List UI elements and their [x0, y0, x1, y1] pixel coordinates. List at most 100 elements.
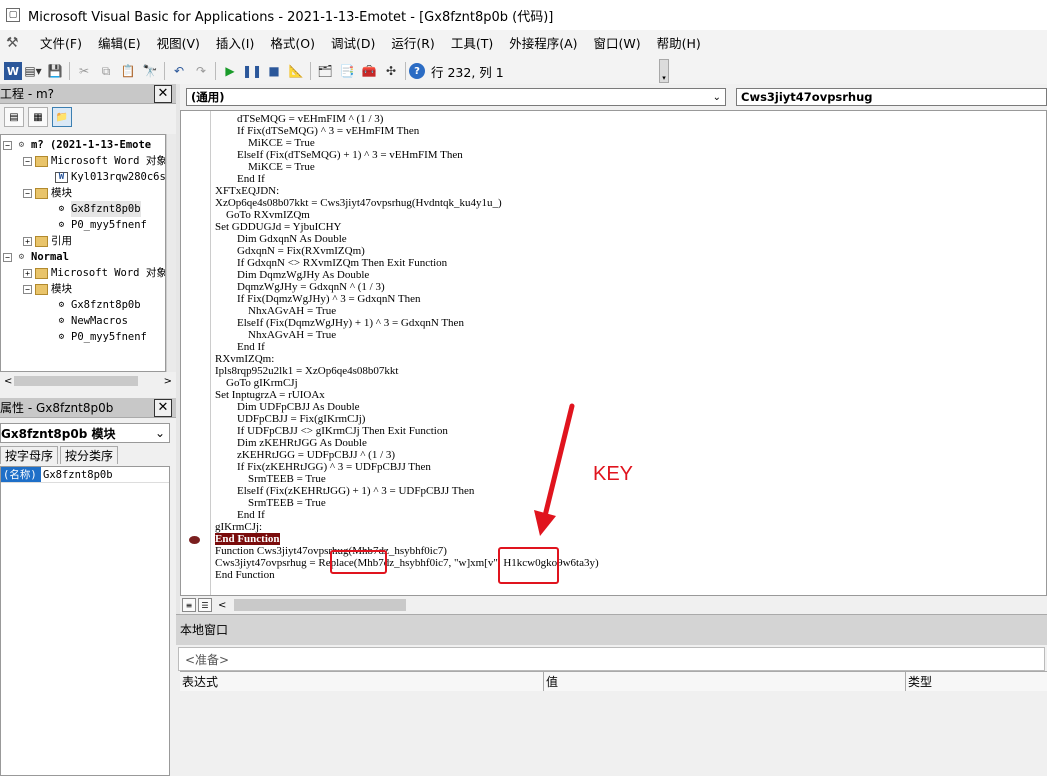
code-line[interactable]: Set GDDUGJd = YjbuICHY	[215, 221, 599, 233]
copy-icon[interactable]: ⧉	[95, 60, 117, 82]
vba-menu-icon[interactable]: ⚒	[6, 35, 26, 53]
tree-node-module-gx8[interactable]: ⚙ Gx8fznt8p0b	[55, 201, 141, 217]
tree-node-modules[interactable]: − 模块	[23, 185, 72, 201]
code-line[interactable]: DqmzWgJHy = GdxqnN ^ (1 / 3)	[215, 281, 599, 293]
expand-icon[interactable]: +	[23, 236, 32, 246]
menu-window[interactable]: 窗口(W)	[586, 33, 649, 55]
properties-window-icon[interactable]: 📑	[336, 60, 358, 82]
tree-node-normal-word-objects[interactable]: + Microsoft Word 对象	[23, 265, 165, 281]
expand-icon[interactable]: +	[23, 268, 32, 278]
help-icon[interactable]: ?	[409, 63, 425, 79]
view-code-icon[interactable]: ▤	[4, 107, 24, 127]
code-line[interactable]: Dim GdxqnN As Double	[215, 233, 599, 245]
paste-icon[interactable]: 📋	[117, 60, 139, 82]
menu-file[interactable]: 文件(F)	[32, 33, 90, 55]
code-line[interactable]: GoTo RXvmIZQm	[215, 209, 599, 221]
code-line[interactable]: MiKCE = True	[215, 137, 599, 149]
code-line[interactable]: If Fix(DqmzWgJHy) ^ 3 = GdxqnN Then	[215, 293, 599, 305]
code-line[interactable]: dTSeMQG = vEHmFIM ^ (1 / 3)	[215, 113, 599, 125]
scroll-thumb[interactable]	[14, 376, 138, 386]
menu-format[interactable]: 格式(O)	[262, 33, 323, 55]
scroll-right-icon[interactable]: >	[164, 376, 172, 387]
word-view-icon[interactable]: W	[4, 62, 22, 80]
menu-help[interactable]: 帮助(H)	[649, 33, 709, 55]
code-line[interactable]: ElseIf (Fix(DqmzWgJHy) + 1) ^ 3 = GdxqnN…	[215, 317, 599, 329]
code-line[interactable]: End If	[215, 173, 599, 185]
code-line[interactable]: Ipls8rqp952u2lk1 = XzOp6qe4s08b07kkt	[215, 365, 599, 377]
toolbar-options-icon[interactable]: ▾	[659, 59, 669, 83]
tree-node-normal-p0[interactable]: ⚙ P0_myy5fnenf	[55, 329, 147, 345]
run-icon[interactable]: ▶	[219, 60, 241, 82]
close-icon[interactable]: ✕	[154, 84, 172, 103]
project-explorer-icon[interactable]: 🗂	[314, 60, 336, 82]
code-hscrollbar[interactable]: ≡ ☰ <	[180, 596, 1047, 614]
menu-run[interactable]: 运行(R)	[383, 33, 442, 55]
code-line[interactable]: GdxqnN = Fix(RXvmIZQm)	[215, 245, 599, 257]
procedure-combo[interactable]: Cws3jiyt47ovpsrhug	[736, 88, 1047, 106]
scroll-left-icon[interactable]: <	[218, 600, 226, 611]
breakpoint-icon[interactable]	[189, 536, 200, 544]
scroll-thumb[interactable]	[234, 599, 406, 611]
collapse-icon[interactable]: −	[23, 156, 32, 166]
procedure-view-icon[interactable]: ≡	[182, 598, 196, 612]
project-vscrollbar[interactable]	[166, 134, 176, 372]
object-combo[interactable]: (通用) ⌄	[186, 88, 726, 106]
undo-icon[interactable]: ↶	[168, 60, 190, 82]
tab-categorized[interactable]: 按分类序	[60, 446, 119, 464]
code-line[interactable]: If Fix(dTSeMQG) ^ 3 = vEHmFIM Then	[215, 125, 599, 137]
cut-icon[interactable]: ✂	[73, 60, 95, 82]
menu-insert[interactable]: 插入(I)	[208, 33, 262, 55]
design-mode-icon[interactable]: 📐	[285, 60, 307, 82]
tab-alphabetic[interactable]: 按字母序	[0, 446, 59, 464]
collapse-icon[interactable]: −	[23, 188, 32, 198]
view-object-icon[interactable]: ▦	[28, 107, 48, 127]
close-icon[interactable]: ✕	[154, 398, 172, 417]
code-editor[interactable]: dTSeMQG = vEHmFIM ^ (1 / 3) If Fix(dTSeM…	[180, 110, 1047, 596]
column-type[interactable]: 类型	[906, 672, 1047, 691]
reset-icon[interactable]: ■	[263, 60, 285, 82]
menu-addins[interactable]: 外接程序(A)	[501, 33, 585, 55]
code-line[interactable]: If GdxqnN <> RXvmIZQm Then Exit Function	[215, 257, 599, 269]
chevron-down-icon[interactable]: ⌄	[155, 426, 165, 440]
find-icon[interactable]: 🔭	[139, 60, 161, 82]
breakpoint-margin[interactable]	[181, 111, 211, 595]
property-row[interactable]: (名称) Gx8fznt8p0b	[1, 467, 169, 483]
tree-node-normal[interactable]: − ⚙ Normal	[3, 249, 69, 265]
property-value[interactable]: Gx8fznt8p0b	[41, 467, 113, 482]
code-line[interactable]: NhxAGvAH = True	[215, 329, 599, 341]
tree-node-word-objects[interactable]: − Microsoft Word 对象	[23, 153, 165, 169]
chevron-down-icon[interactable]: ⌄	[713, 92, 721, 103]
code-line[interactable]: XFTxEQJDN:	[215, 185, 599, 197]
tree-node-references[interactable]: + 引用	[23, 233, 72, 249]
object-browser-icon[interactable]: 🧰	[358, 60, 380, 82]
pause-icon[interactable]: ❚❚	[241, 60, 263, 82]
tree-node-normal-gx8[interactable]: ⚙ Gx8fznt8p0b	[55, 297, 141, 313]
tree-node-document[interactable]: W Kyl013rqw280c6ss	[55, 169, 165, 185]
full-module-view-icon[interactable]: ☰	[198, 598, 212, 612]
collapse-icon[interactable]: −	[3, 252, 12, 262]
tree-node-newmacros[interactable]: ⚙ NewMacros	[55, 313, 128, 329]
code-line[interactable]: ElseIf (Fix(dTSeMQG) + 1) ^ 3 = vEHmFIM …	[215, 149, 599, 161]
code-line[interactable]: NhxAGvAH = True	[215, 305, 599, 317]
menu-debug[interactable]: 调试(D)	[323, 33, 383, 55]
scroll-left-icon[interactable]: <	[4, 376, 12, 387]
toolbox-icon[interactable]: ✣	[380, 60, 402, 82]
code-line[interactable]: RXvmIZQm:	[215, 353, 599, 365]
properties-object-combo[interactable]: Gx8fznt8p0b 模块 ⌄	[0, 423, 170, 443]
menu-view[interactable]: 视图(V)	[149, 33, 208, 55]
menu-edit[interactable]: 编辑(E)	[90, 33, 149, 55]
menu-tools[interactable]: 工具(T)	[443, 33, 501, 55]
collapse-icon[interactable]: −	[3, 140, 12, 150]
insert-userform-icon[interactable]: ▤▾	[22, 60, 44, 82]
column-expression[interactable]: 表达式	[180, 672, 544, 691]
tree-node-project-m[interactable]: − ⚙ m? (2021-1-13-Emote	[3, 137, 151, 153]
code-line[interactable]: End If	[215, 341, 599, 353]
code-line[interactable]: XzOp6qe4s08b07kkt = Cws3jiyt47ovpsrhug(H…	[215, 197, 599, 209]
code-line[interactable]: MiKCE = True	[215, 161, 599, 173]
code-line[interactable]: Dim DqmzWgJHy As Double	[215, 269, 599, 281]
redo-icon[interactable]: ↷	[190, 60, 212, 82]
collapse-icon[interactable]: −	[23, 284, 32, 294]
column-value[interactable]: 值	[544, 672, 906, 691]
code-line[interactable]: Set InptugrzA = rUIOAx	[215, 389, 599, 401]
tree-node-normal-modules[interactable]: − 模块	[23, 281, 72, 297]
